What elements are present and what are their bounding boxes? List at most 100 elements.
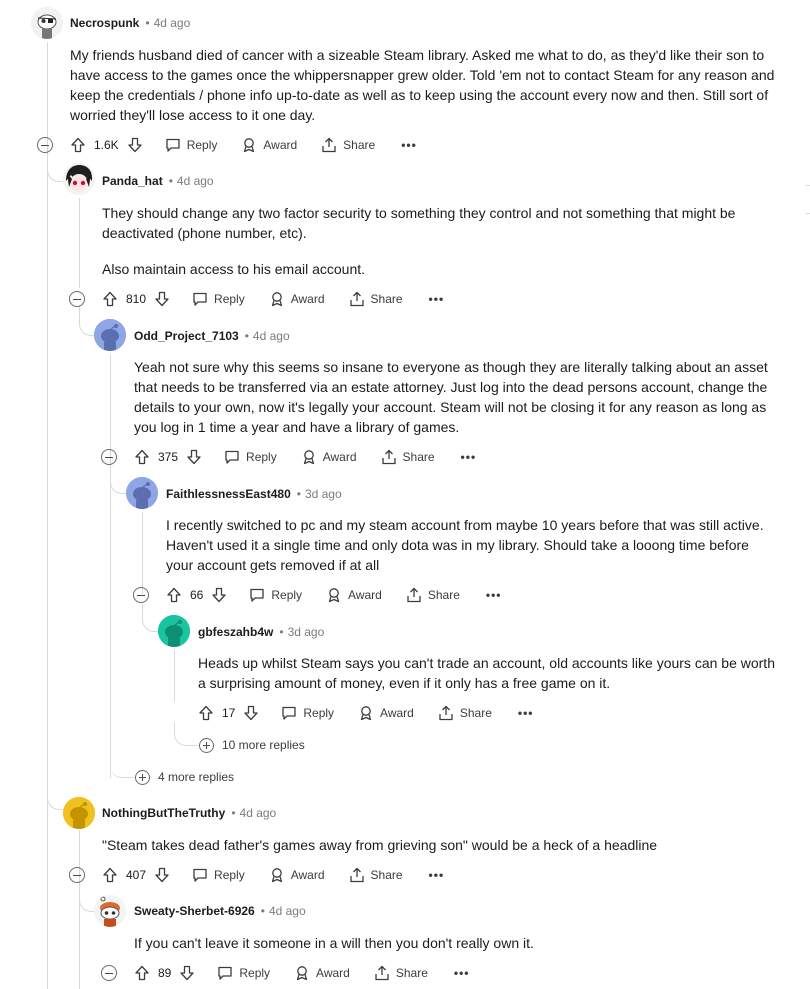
plus-icon — [135, 769, 150, 785]
share-button[interactable]: Share — [349, 291, 403, 307]
downvote-icon[interactable] — [179, 965, 195, 981]
timestamp[interactable]: 3d ago — [305, 487, 342, 501]
comment-body: My friends husband died of cancer with a… — [70, 45, 780, 125]
share-icon — [406, 587, 422, 603]
thread-branch — [174, 722, 200, 746]
reply-button[interactable]: Reply — [217, 965, 270, 981]
author-link[interactable]: NothingButTheTruthy — [102, 806, 225, 820]
downvote-icon[interactable] — [154, 867, 170, 883]
collapse-thread-button[interactable] — [69, 291, 85, 307]
author-link[interactable]: Panda_hat — [102, 174, 163, 188]
vote-count: 66 — [190, 588, 204, 602]
share-label: Share — [427, 588, 460, 602]
upvote-icon[interactable] — [102, 867, 118, 883]
award-button[interactable]: Award — [269, 867, 325, 883]
timestamp[interactable]: 4d ago — [240, 806, 277, 820]
collapse-thread-button[interactable] — [69, 867, 85, 883]
award-button[interactable]: Award — [326, 587, 382, 603]
downvote-icon[interactable] — [243, 705, 259, 721]
user-avatar[interactable] — [63, 797, 95, 829]
separator-dot: • — [296, 487, 301, 501]
more-replies-button[interactable]: 10 more replies — [199, 736, 305, 754]
author-link[interactable]: Odd_Project_7103 — [134, 329, 239, 343]
author-link[interactable]: FaithlessnessEast480 — [166, 487, 291, 501]
collapse-thread-button[interactable] — [133, 587, 149, 603]
award-icon — [269, 867, 285, 883]
reply-button[interactable]: Reply — [192, 867, 245, 883]
award-button[interactable]: Award — [301, 449, 357, 465]
separator-dot: • — [260, 904, 265, 918]
more-options-button[interactable]: ••• — [429, 292, 445, 306]
award-icon — [358, 705, 374, 721]
share-label: Share — [459, 706, 492, 720]
collapse-thread-button[interactable] — [101, 965, 117, 981]
comment-text: I recently switched to pc and my steam a… — [166, 517, 764, 573]
user-avatar[interactable] — [94, 895, 126, 927]
share-button[interactable]: Share — [374, 965, 428, 981]
collapse-thread-button[interactable] — [37, 137, 53, 153]
award-icon — [294, 965, 310, 981]
reply-button[interactable]: Reply — [224, 449, 277, 465]
downvote-icon[interactable] — [154, 291, 170, 307]
upvote-icon[interactable] — [166, 587, 182, 603]
upvote-icon[interactable] — [102, 291, 118, 307]
more-replies-button[interactable]: 4 more replies — [135, 768, 234, 786]
comment-body: I recently switched to pc and my steam a… — [166, 515, 776, 575]
timestamp[interactable]: 4d ago — [154, 16, 191, 30]
upvote-icon[interactable] — [134, 449, 150, 465]
downvote-icon[interactable] — [127, 137, 143, 153]
user-avatar[interactable] — [31, 7, 63, 39]
user-avatar[interactable] — [63, 163, 95, 195]
comment-meta: FaithlessnessEast480 • 3d ago — [166, 485, 342, 503]
share-button[interactable]: Share — [406, 587, 460, 603]
reply-label: Reply — [186, 138, 218, 152]
reply-button[interactable]: Reply — [281, 705, 334, 721]
downvote-icon[interactable] — [211, 587, 227, 603]
award-button[interactable]: Award — [294, 965, 350, 981]
reply-button[interactable]: Reply — [192, 291, 245, 307]
more-options-button[interactable]: ••• — [401, 138, 417, 152]
more-options-button[interactable]: ••• — [461, 450, 477, 464]
award-label: Award — [380, 706, 414, 720]
award-label: Award — [263, 138, 298, 152]
upvote-icon[interactable] — [134, 965, 150, 981]
award-label: Award — [348, 588, 382, 602]
author-link[interactable]: gbfeszahb4w — [198, 625, 273, 639]
share-icon — [438, 705, 454, 721]
author-link[interactable]: Sweaty-Sherbet-6926 — [134, 904, 255, 918]
user-avatar[interactable] — [158, 615, 190, 647]
share-label: Share — [370, 292, 403, 306]
more-options-button[interactable]: ••• — [518, 706, 534, 720]
author-link[interactable]: Necrospunk — [70, 16, 139, 30]
award-button[interactable]: Award — [241, 137, 297, 153]
share-button[interactable]: Share — [438, 705, 492, 721]
comment-actions: 375 Reply Award Share ••• — [101, 446, 476, 468]
share-button[interactable]: Share — [381, 449, 435, 465]
comment-icon — [165, 137, 181, 153]
award-label: Award — [290, 292, 325, 306]
upvote-icon[interactable] — [70, 137, 86, 153]
user-avatar[interactable] — [94, 319, 126, 351]
reply-button[interactable]: Reply — [165, 137, 218, 153]
collapse-thread-button[interactable] — [101, 449, 117, 465]
timestamp[interactable]: 4d ago — [269, 904, 306, 918]
reply-button[interactable]: Reply — [249, 587, 302, 603]
thread-line — [79, 198, 80, 288]
share-button[interactable]: Share — [321, 137, 375, 153]
award-button[interactable]: Award — [269, 291, 325, 307]
upvote-icon[interactable] — [198, 705, 214, 721]
downvote-icon[interactable] — [186, 449, 202, 465]
timestamp[interactable]: 4d ago — [253, 329, 290, 343]
more-options-button[interactable]: ••• — [454, 966, 470, 980]
comment-body: They should change any two factor securi… — [102, 203, 782, 279]
more-options-button[interactable]: ••• — [429, 868, 445, 882]
timestamp[interactable]: 4d ago — [177, 174, 214, 188]
comment-meta: Odd_Project_7103 • 4d ago — [134, 327, 290, 345]
comment-icon — [192, 291, 208, 307]
more-options-button[interactable]: ••• — [486, 588, 502, 602]
timestamp[interactable]: 3d ago — [288, 625, 325, 639]
thread-line — [142, 512, 143, 594]
share-button[interactable]: Share — [349, 867, 403, 883]
award-button[interactable]: Award — [358, 705, 414, 721]
user-avatar[interactable] — [126, 477, 158, 509]
